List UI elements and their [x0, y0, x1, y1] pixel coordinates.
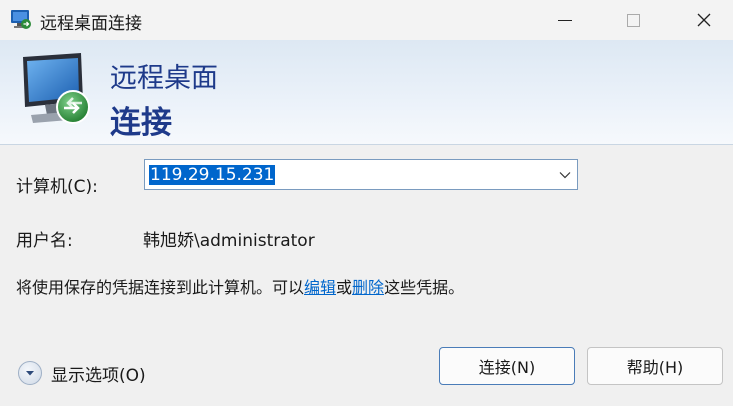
computer-input[interactable]: 119.29.15.231: [149, 165, 276, 185]
show-options-toggle[interactable]: 显示选项(O): [18, 361, 146, 386]
dropdown-button[interactable]: [553, 160, 577, 189]
minimize-icon: [558, 19, 572, 21]
minimize-button[interactable]: [542, 0, 588, 40]
close-button[interactable]: [681, 0, 727, 40]
remote-desktop-icon: [11, 10, 31, 29]
title-bar: 远程桌面连接: [0, 0, 733, 40]
maximize-button[interactable]: [610, 0, 656, 40]
computer-combobox[interactable]: 119.29.15.231: [144, 159, 578, 190]
note-middle: 或: [336, 278, 353, 297]
remote-desktop-monitor-icon: [23, 53, 90, 124]
expand-options-icon[interactable]: [18, 361, 42, 385]
credentials-note: 将使用保存的凭据连接到此计算机。可以编辑或删除这些凭据。: [16, 274, 464, 298]
connect-button[interactable]: 连接(N): [439, 347, 575, 385]
banner-title-line1: 远程桌面: [110, 63, 218, 94]
show-options-label[interactable]: 显示选项(O): [51, 361, 146, 386]
maximize-icon: [626, 13, 640, 27]
note-prefix: 将使用保存的凭据连接到此计算机。可以: [16, 278, 305, 297]
username-label: 用户名:: [16, 231, 73, 251]
note-suffix: 这些凭据。: [384, 278, 465, 297]
help-button[interactable]: 帮助(H): [587, 347, 723, 385]
window-title: 远程桌面连接: [40, 14, 142, 34]
username-value: 韩旭娇\administrator: [143, 231, 315, 251]
computer-label: 计算机(C):: [16, 177, 98, 197]
edit-credentials-link[interactable]: 编辑: [304, 278, 336, 297]
chevron-down-icon: [559, 171, 571, 178]
close-icon: [697, 13, 711, 27]
banner-divider: [0, 144, 733, 145]
chevron-down-icon: [26, 370, 34, 375]
delete-credentials-link[interactable]: 删除: [352, 278, 384, 297]
banner-title-line2: 连接: [110, 105, 172, 141]
